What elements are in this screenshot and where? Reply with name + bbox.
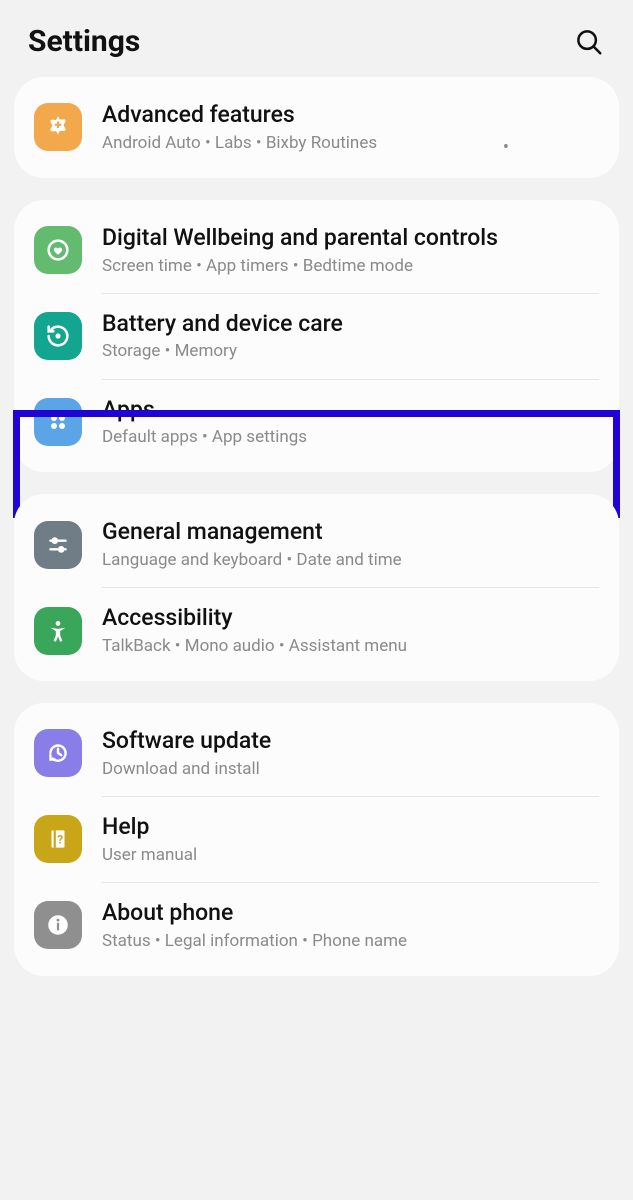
apps-icon — [34, 398, 82, 446]
settings-item-help[interactable]: ? Help User manual — [14, 803, 619, 876]
settings-item-title: About phone — [102, 899, 407, 928]
help-icon: ? — [34, 815, 82, 863]
settings-item-subtitle: Download and install — [102, 758, 271, 780]
settings-item-text: General management Language and keyboard… — [102, 518, 402, 571]
settings-group: General management Language and keyboard… — [14, 494, 619, 681]
settings-item-subtitle: TalkBack • Mono audio • Assistant menu — [102, 635, 407, 657]
settings-group: Digital Wellbeing and parental controls … — [14, 200, 619, 473]
device-care-icon — [34, 312, 82, 360]
settings-item-software-update[interactable]: Software update Download and install — [14, 717, 619, 790]
settings-item-subtitle: Language and keyboard • Date and time — [102, 549, 402, 571]
header: Settings — [4, 0, 629, 77]
search-button[interactable] — [573, 26, 605, 58]
settings-item-title: Battery and device care — [102, 310, 343, 339]
wellbeing-icon — [34, 226, 82, 274]
divider — [102, 379, 599, 380]
settings-item-advanced-features[interactable]: Advanced features Android Auto • Labs • … — [14, 91, 619, 164]
settings-item-title: Digital Wellbeing and parental controls — [102, 224, 498, 253]
settings-item-title: Advanced features — [102, 101, 377, 130]
settings-item-subtitle: Storage • Memory — [102, 340, 343, 362]
settings-item-subtitle: Screen time • App timers • Bedtime mode — [102, 255, 498, 277]
settings-item-text: Battery and device care Storage • Memory — [102, 310, 343, 363]
divider — [102, 882, 599, 883]
divider — [102, 796, 599, 797]
settings-item-subtitle: User manual — [102, 844, 197, 866]
settings-item-subtitle: Status • Legal information • Phone name — [102, 930, 407, 952]
settings-item-subtitle: Android Auto • Labs • Bixby Routines — [102, 132, 377, 154]
software-update-icon — [34, 729, 82, 777]
settings-item-title: Software update — [102, 727, 271, 756]
settings-item-accessibility[interactable]: Accessibility TalkBack • Mono audio • As… — [14, 594, 619, 667]
page-title: Settings — [28, 24, 140, 59]
settings-item-battery-device-care[interactable]: Battery and device care Storage • Memory — [14, 300, 619, 373]
svg-text:?: ? — [57, 833, 63, 847]
settings-item-text: Apps Default apps • App settings — [102, 396, 307, 449]
search-icon — [574, 27, 604, 57]
settings-item-digital-wellbeing[interactable]: Digital Wellbeing and parental controls … — [14, 214, 619, 287]
settings-item-text: Accessibility TalkBack • Mono audio • As… — [102, 604, 407, 657]
settings-item-apps[interactable]: Apps Default apps • App settings — [14, 386, 619, 459]
settings-item-general-management[interactable]: General management Language and keyboard… — [14, 508, 619, 581]
settings-group: • Advanced features Android Auto • Labs … — [14, 77, 619, 178]
settings-item-text: Software update Download and install — [102, 727, 271, 780]
accessibility-icon — [34, 607, 82, 655]
settings-screen: Settings • Advanced features Android Aut… — [0, 0, 633, 1200]
settings-item-about-phone[interactable]: About phone Status • Legal information •… — [14, 889, 619, 962]
advanced-features-icon — [34, 103, 82, 151]
settings-item-text: Help User manual — [102, 813, 197, 866]
divider — [102, 587, 599, 588]
settings-item-text: Advanced features Android Auto • Labs • … — [102, 101, 377, 154]
settings-item-text: Digital Wellbeing and parental controls … — [102, 224, 498, 277]
about-phone-icon — [34, 901, 82, 949]
settings-item-title: Help — [102, 813, 197, 842]
settings-item-text: About phone Status • Legal information •… — [102, 899, 407, 952]
settings-item-title: Accessibility — [102, 604, 407, 633]
general-management-icon — [34, 521, 82, 569]
divider — [102, 293, 599, 294]
settings-item-title: General management — [102, 518, 402, 547]
settings-group: Software update Download and install ? H… — [14, 703, 619, 976]
settings-item-subtitle: Default apps • App settings — [102, 426, 307, 448]
settings-item-title: Apps — [102, 396, 307, 425]
